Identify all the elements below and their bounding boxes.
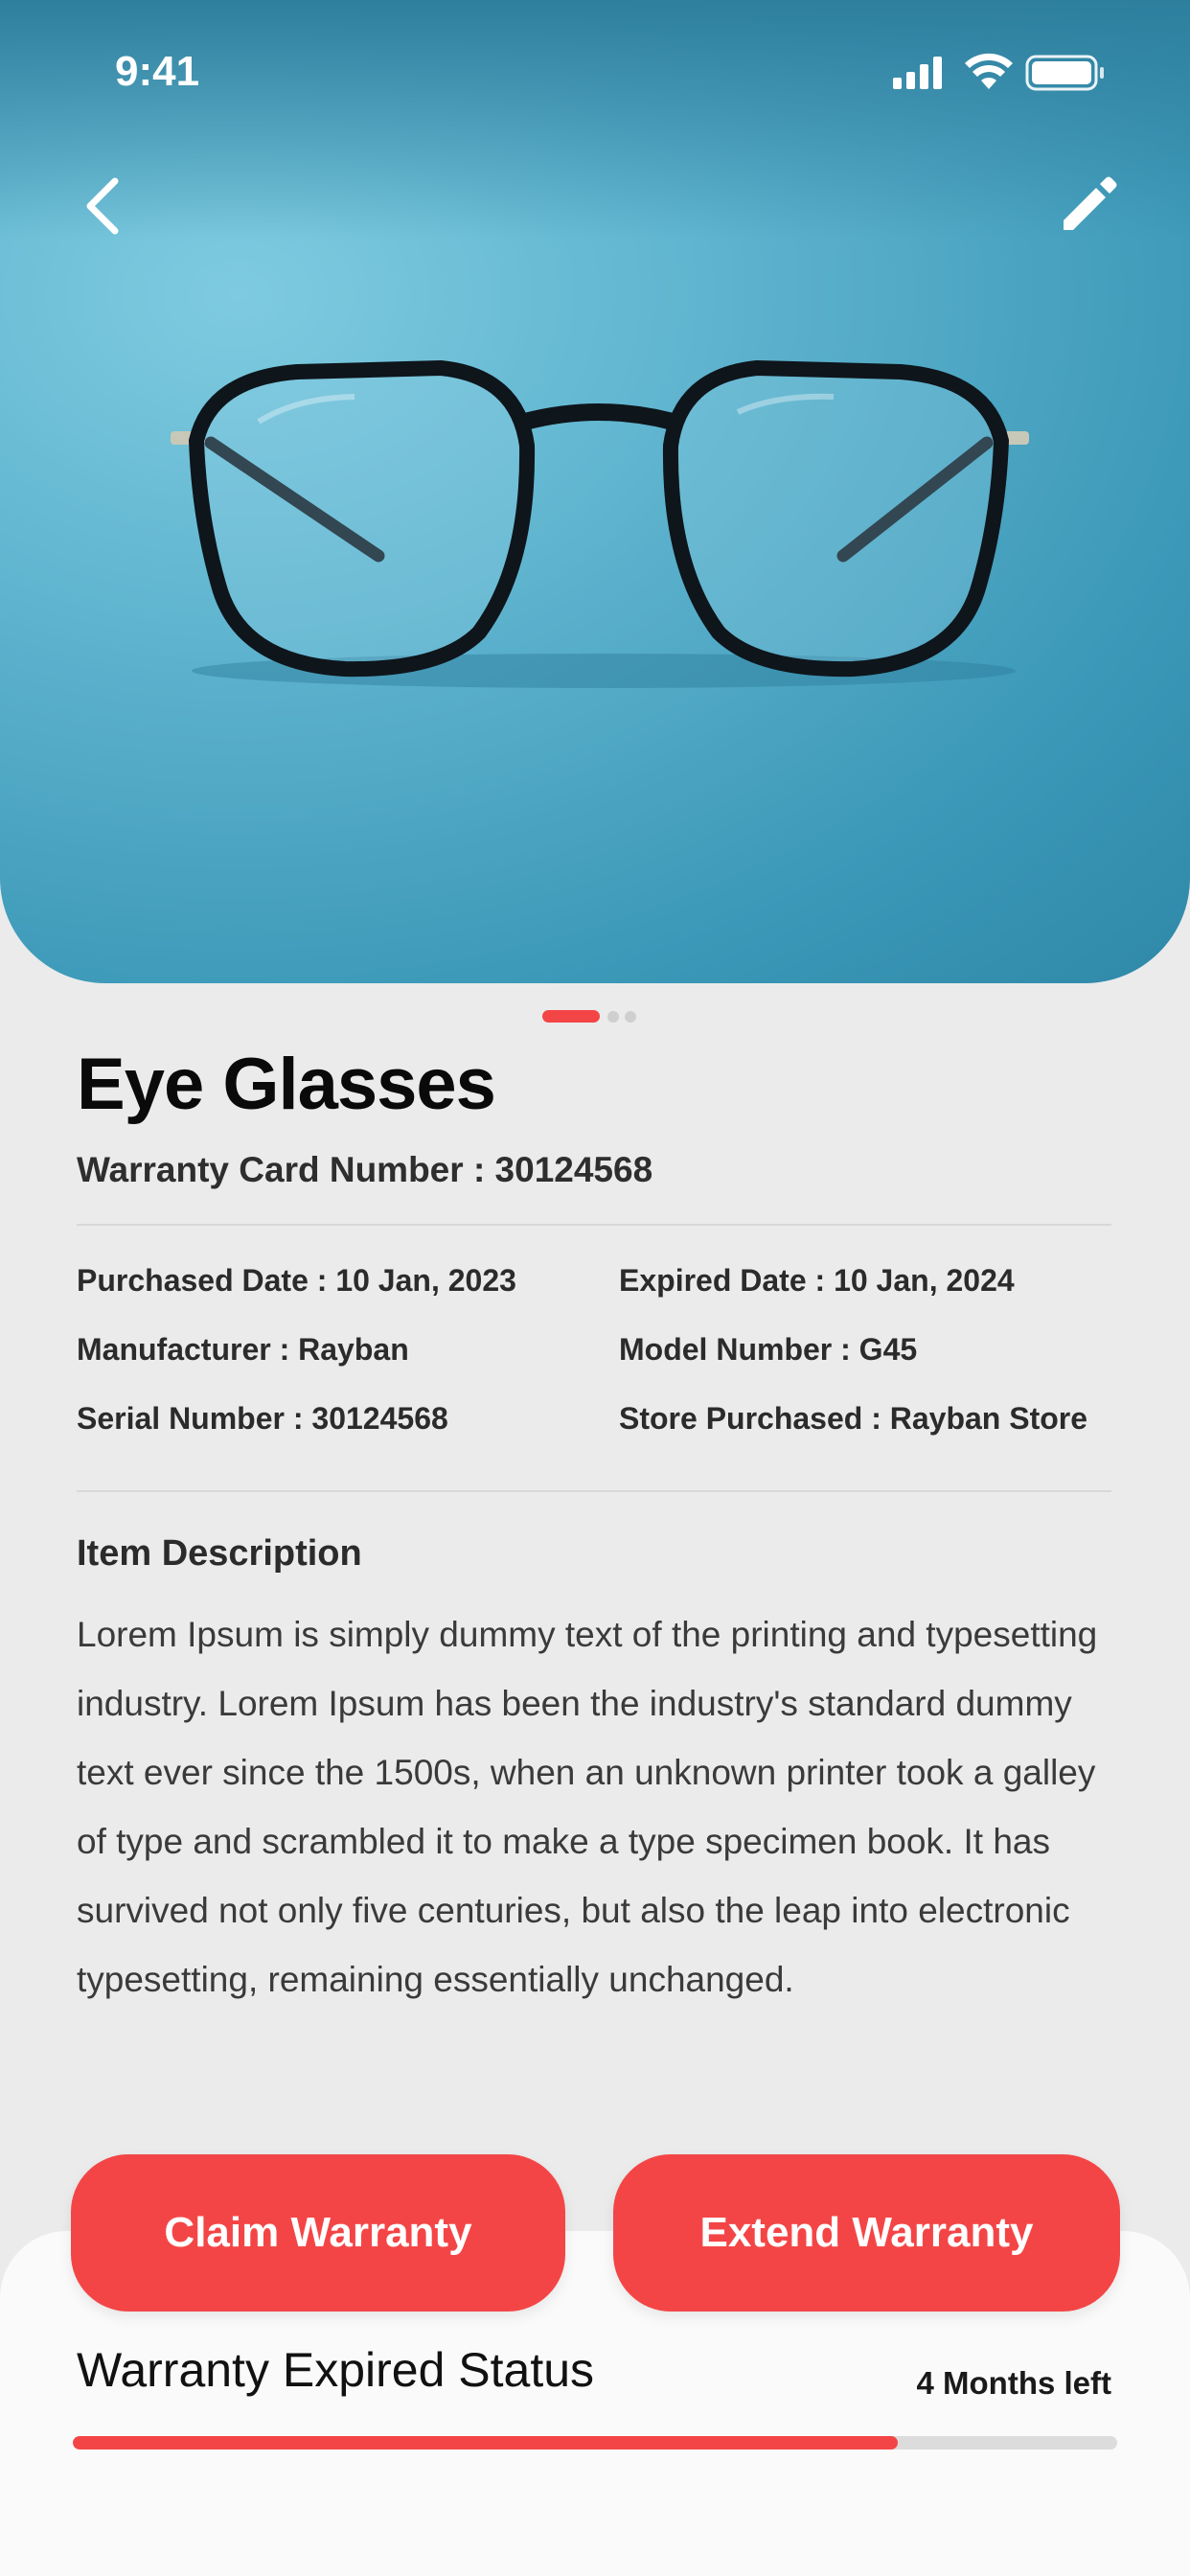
warranty-progress-bar: [73, 2436, 1117, 2450]
store-purchased: Store Purchased : Rayban Store: [619, 1401, 1088, 1436]
model-number: Model Number : G45: [619, 1332, 918, 1367]
status-bar: 9:41: [0, 0, 1190, 144]
hero-image: 9:41: [0, 0, 1190, 983]
months-left-label: 4 Months left: [916, 2365, 1112, 2401]
carousel-dot-active[interactable]: [542, 1010, 600, 1023]
carousel-dot[interactable]: [625, 1011, 636, 1023]
carousel-dot[interactable]: [607, 1011, 619, 1023]
battery-icon: [1025, 55, 1104, 91]
extend-warranty-button[interactable]: Extend Warranty: [613, 2154, 1120, 2312]
status-icons: [893, 53, 1104, 91]
divider: [77, 1224, 1111, 1226]
warranty-progress-fill: [73, 2436, 899, 2450]
warranty-card-number: Warranty Card Number : 30124568: [77, 1150, 653, 1189]
description-heading: Item Description: [77, 1533, 362, 1574]
wifi-icon: [965, 53, 1013, 89]
signal-icon: [893, 57, 942, 89]
claim-warranty-button[interactable]: Claim Warranty: [71, 2154, 565, 2312]
divider: [77, 1490, 1111, 1492]
warranty-status-title: Warranty Expired Status: [77, 2343, 595, 2397]
carousel-indicator[interactable]: [542, 1010, 657, 1024]
back-chevron-icon[interactable]: [67, 168, 144, 244]
manufacturer: Manufacturer : Rayban: [77, 1332, 409, 1367]
edit-pencil-icon[interactable]: [1056, 171, 1123, 238]
purchased-date: Purchased Date : 10 Jan, 2023: [77, 1263, 516, 1298]
serial-number: Serial Number : 30124568: [77, 1401, 448, 1436]
item-title: Eye Glasses: [77, 1044, 496, 1125]
eyeglasses-illustration: [171, 360, 1029, 688]
item-description: Lorem Ipsum is simply dummy text of the …: [77, 1615, 1098, 1999]
status-time: 9:41: [115, 48, 200, 95]
expired-date: Expired Date : 10 Jan, 2024: [619, 1263, 1015, 1298]
